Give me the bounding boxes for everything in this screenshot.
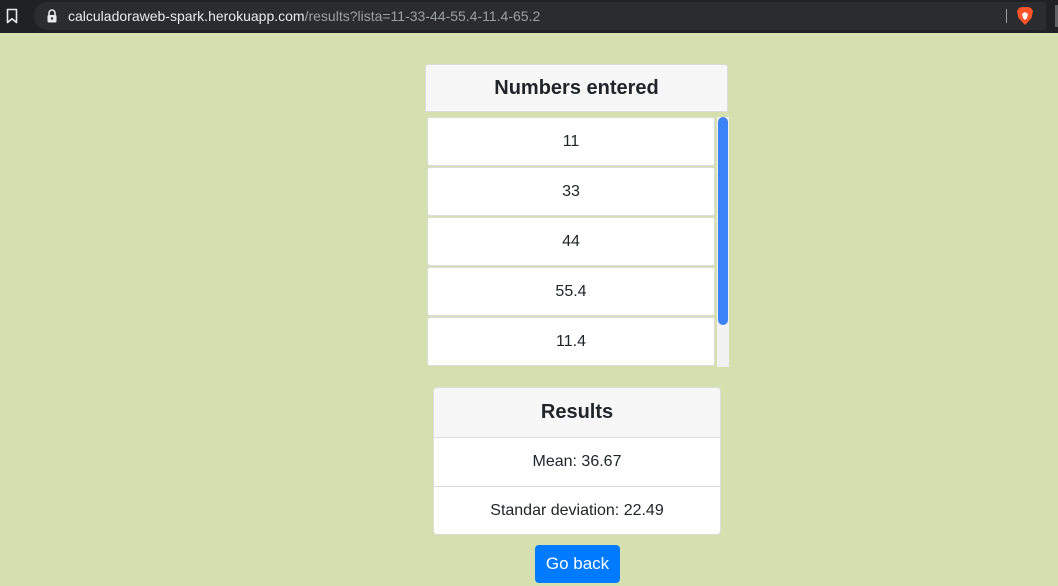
list-item: 55.4	[427, 267, 715, 316]
results-card: Results Mean: 36.67 Standar deviation: 2…	[433, 387, 721, 535]
browser-toolbar: calculadoraweb-spark.herokuapp.com/resul…	[0, 0, 1058, 33]
scrollbar-thumb[interactable]	[718, 117, 728, 325]
url-host: calculadoraweb-spark.herokuapp.com	[68, 8, 305, 24]
numbers-scrollbar[interactable]	[717, 117, 729, 367]
results-header: Results	[434, 388, 720, 438]
list-item: 33	[427, 167, 715, 216]
lock-icon[interactable]	[46, 8, 58, 24]
address-bar[interactable]: calculadoraweb-spark.herokuapp.com/resul…	[34, 2, 1046, 30]
numbers-entered-header: Numbers entered	[425, 64, 728, 112]
list-item: 11.4	[427, 317, 715, 366]
bookmark-icon[interactable]	[4, 7, 20, 25]
list-item: 11	[427, 117, 715, 166]
mean-value: Mean: 36.67	[532, 453, 622, 470]
list-item: 44	[427, 217, 715, 266]
standard-deviation-value: Standar deviation: 22.49	[434, 486, 720, 534]
numbers-list[interactable]: 11 33 44 55.4 11.4	[425, 116, 730, 368]
toolbar-divider	[1006, 9, 1007, 23]
url-text[interactable]: calculadoraweb-spark.herokuapp.com/resul…	[68, 8, 540, 24]
go-back-button[interactable]: Go back	[535, 545, 620, 583]
url-path: /results?lista=11-33-44-55.4-11.4-65.2	[304, 8, 541, 24]
brave-lion-icon[interactable]	[1016, 6, 1034, 26]
